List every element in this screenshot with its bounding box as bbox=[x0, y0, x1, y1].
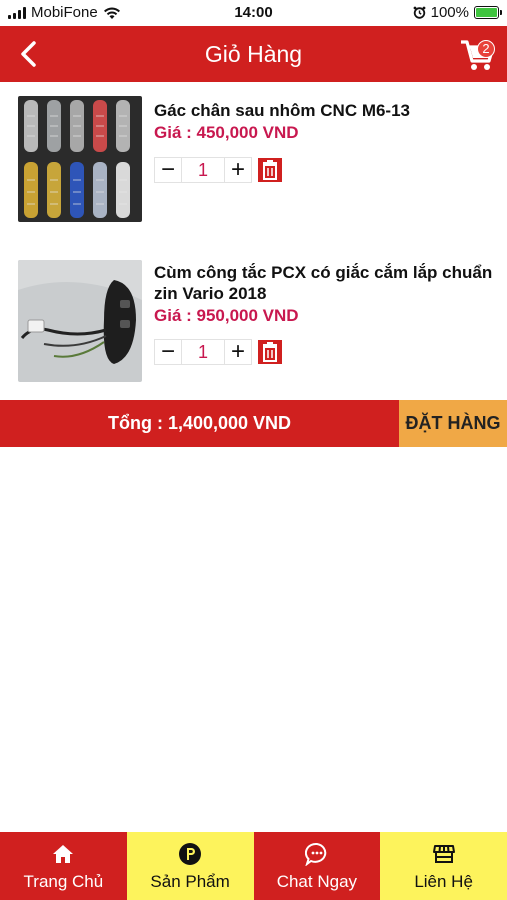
quantity-stepper: − 1 + bbox=[154, 338, 494, 365]
cart-count-badge: 2 bbox=[477, 40, 495, 58]
nav-label: Trang Chủ bbox=[23, 872, 104, 891]
trash-icon[interactable] bbox=[258, 340, 282, 364]
battery-percent: 100% bbox=[430, 4, 469, 21]
quantity-value[interactable]: 1 bbox=[182, 157, 224, 183]
alarm-icon bbox=[413, 6, 426, 19]
item-info: Gác chân sau nhôm CNC M6-13 Giá : 450,00… bbox=[154, 100, 494, 183]
nav-item-products[interactable]: Sản Phẩm bbox=[126, 832, 254, 900]
item-price: Giá : 950,000 VND bbox=[154, 306, 299, 325]
item-name[interactable]: Gác chân sau nhôm CNC M6-13 bbox=[154, 100, 494, 121]
increase-quantity-button[interactable]: + bbox=[224, 338, 252, 365]
nav-label: Sản Phẩm bbox=[150, 872, 230, 891]
nav-label: Chat Ngay bbox=[276, 872, 358, 891]
nav-item-contact[interactable]: Liên Hệ bbox=[380, 832, 507, 900]
cart-item: Gác chân sau nhôm CNC M6-13 Giá : 450,00… bbox=[0, 82, 507, 222]
parking-icon bbox=[179, 843, 202, 865]
status-bar: MobiFone 14:00 100% bbox=[0, 0, 507, 26]
product-image[interactable] bbox=[18, 96, 142, 222]
cart-button[interactable]: 2 bbox=[459, 36, 499, 72]
home-icon bbox=[53, 845, 74, 863]
quantity-value[interactable]: 1 bbox=[182, 339, 224, 365]
increase-quantity-button[interactable]: + bbox=[224, 156, 252, 183]
bottom-nav: Trang Chủ Sản Phẩm Chat Ngay Liên Hệ bbox=[0, 832, 507, 900]
switch-product-image bbox=[18, 260, 142, 382]
item-price: Giá : 450,000 VND bbox=[154, 123, 299, 142]
decrease-quantity-button[interactable]: − bbox=[154, 338, 182, 365]
battery-icon bbox=[474, 6, 502, 19]
page-title: Giỏ Hàng bbox=[204, 41, 303, 67]
app-header: Giỏ Hàng 2 bbox=[0, 26, 507, 82]
item-info: Cùm công tắc PCX có giắc cắm lắp chuẩn z… bbox=[154, 262, 494, 365]
decrease-quantity-button[interactable]: − bbox=[154, 156, 182, 183]
place-order-button[interactable]: ĐẶT HÀNG bbox=[399, 400, 507, 447]
store-icon bbox=[432, 845, 455, 863]
trash-icon[interactable] bbox=[258, 158, 282, 182]
status-right: 100% bbox=[413, 4, 502, 21]
item-name[interactable]: Cùm công tắc PCX có giắc cắm lắp chuẩn z… bbox=[154, 262, 494, 304]
total-amount: Tổng : 1,400,000 VND bbox=[107, 413, 292, 433]
cart-item: Cùm công tắc PCX có giắc cắm lắp chuẩn z… bbox=[0, 246, 507, 386]
nav-item-chat[interactable]: Chat Ngay bbox=[253, 832, 381, 900]
quantity-stepper: − 1 + bbox=[154, 156, 494, 183]
footrest-product-image bbox=[18, 96, 142, 222]
nav-label: Liên Hệ bbox=[414, 872, 473, 891]
nav-item-home[interactable]: Trang Chủ bbox=[0, 832, 127, 900]
chat-icon bbox=[304, 842, 327, 866]
total-bar: Tổng : 1,400,000 VND ĐẶT HÀNG bbox=[0, 400, 507, 447]
product-image[interactable] bbox=[18, 260, 142, 382]
